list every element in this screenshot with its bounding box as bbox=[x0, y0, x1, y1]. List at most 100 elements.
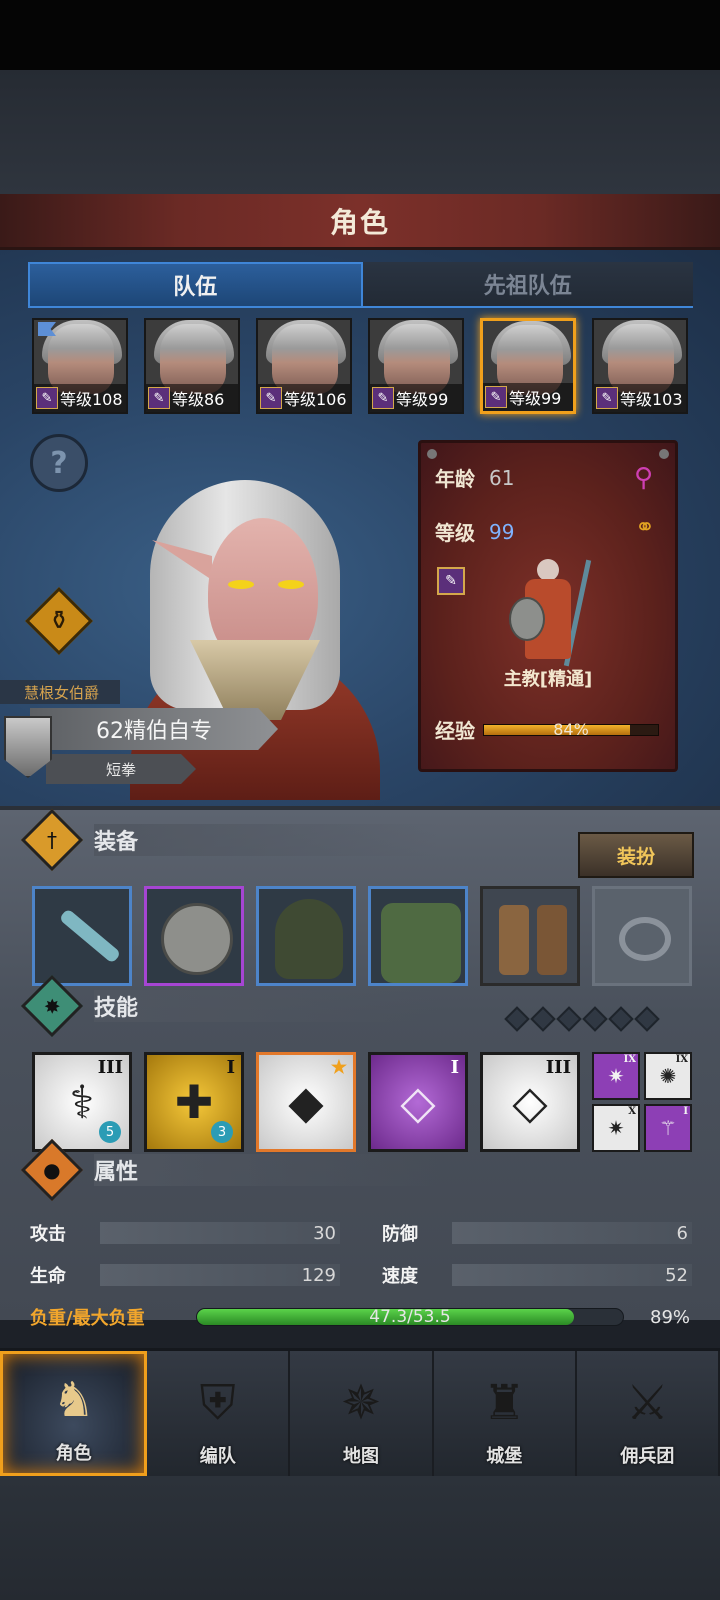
hero-card-selected[interactable]: ✎ 等级99 bbox=[480, 318, 576, 414]
tab-ancestor-team[interactable]: 先祖队伍 bbox=[362, 262, 693, 308]
hero-card[interactable]: ✎ 等级86 bbox=[144, 318, 240, 414]
skill-slot[interactable]: ◇ III bbox=[480, 1052, 580, 1152]
passive-skills: ✷ IX ✺ IX ✷ X ⚚ I bbox=[592, 1052, 692, 1152]
person-icon: ● bbox=[20, 1138, 84, 1202]
bishop-class-icon: ✎ bbox=[485, 386, 507, 408]
equipment-slot-shield[interactable] bbox=[144, 886, 244, 986]
ring-icon: ⚭ bbox=[634, 513, 655, 541]
speed-stat: 速度 52 bbox=[382, 1262, 692, 1288]
boots-icon bbox=[537, 905, 567, 975]
exp-row: 经验 84% bbox=[435, 715, 659, 744]
crystal-hand-icon: ◇ bbox=[512, 1075, 548, 1129]
hp-value: 129 bbox=[100, 1264, 340, 1286]
bottom-nav: ♞ 角色 ⛨ 编队 ✵ 地图 ♜ 城堡 ⚔ 佣兵团 bbox=[0, 1348, 720, 1476]
skill-rank: IX bbox=[623, 1054, 636, 1065]
nav-character[interactable]: ♞ 角色 bbox=[0, 1351, 148, 1476]
character-info-card: 年龄 61 ⚲ 等级 99 ⚭ ✎ 主教[精通] 经验 84% bbox=[418, 440, 678, 772]
hero-card[interactable]: ✎ 等级103 bbox=[592, 318, 688, 414]
hero-card[interactable]: ✎ 等级106 bbox=[256, 318, 352, 414]
female-icon: ⚲ bbox=[633, 463, 653, 493]
skills-title: 技能 bbox=[94, 990, 439, 1022]
level-label: 等级 bbox=[435, 521, 475, 545]
portrait-eye-right bbox=[278, 580, 304, 589]
status-bar bbox=[0, 0, 720, 70]
bishop-class-icon: ✎ bbox=[36, 387, 58, 409]
hero-level-bar: ✎ 等级99 bbox=[370, 384, 462, 412]
empty-slot-icon bbox=[530, 1006, 556, 1032]
spear-strike-icon: ⚕ bbox=[69, 1075, 95, 1129]
skill-slot[interactable]: ◇ I bbox=[368, 1052, 468, 1152]
defense-label: 防御 bbox=[382, 1224, 418, 1245]
dress-up-button[interactable]: 装扮 bbox=[578, 832, 694, 878]
crystal-prayer-icon: ◆ bbox=[288, 1075, 324, 1129]
defense-stat: 防御 6 bbox=[382, 1220, 692, 1246]
hero-level-bar: ✎ 等级108 bbox=[34, 384, 126, 412]
help-button[interactable]: ? bbox=[30, 434, 88, 492]
empty-slot-icon bbox=[504, 1006, 530, 1032]
equipment-title: 装备 bbox=[94, 824, 439, 856]
boots-icon bbox=[499, 905, 529, 975]
hero-level: 等级86 bbox=[172, 390, 225, 409]
equipment-slot-ring[interactable] bbox=[592, 886, 692, 986]
potion-icon: ⚱ bbox=[48, 606, 70, 636]
ring-icon bbox=[619, 917, 671, 961]
passive-skill[interactable]: ✷ X bbox=[592, 1104, 640, 1152]
nav-mercenary[interactable]: ⚔ 佣兵团 bbox=[577, 1351, 720, 1476]
figure-shield bbox=[509, 597, 545, 641]
age-row: 年龄 61 bbox=[435, 463, 514, 492]
team-tabs: 队伍 先祖队伍 bbox=[28, 262, 693, 308]
potion-button[interactable]: ⚱ bbox=[25, 587, 93, 655]
hero-roster: ✎ 等级108 ✎ 等级86 ✎ 等级106 ✎ 等级99 ✎ 等级99 ✎ 等… bbox=[32, 318, 692, 418]
exp-label: 经验 bbox=[435, 719, 475, 743]
character-name[interactable]: 62精伯自专 bbox=[30, 708, 278, 750]
hero-card[interactable]: ✎ 等级99 bbox=[368, 318, 464, 414]
hero-card[interactable]: ✎ 等级108 bbox=[32, 318, 128, 414]
passive-skill[interactable]: ⚚ I bbox=[644, 1104, 692, 1152]
knight-icon: ♞ bbox=[52, 1372, 96, 1428]
load-row: 负重/最大负重 47.3/53.5 89% bbox=[30, 1304, 696, 1330]
class-name: 主教[精通] bbox=[503, 669, 593, 690]
nav-castle[interactable]: ♜ 城堡 bbox=[434, 1351, 577, 1476]
nav-label: 地图 bbox=[343, 1446, 379, 1467]
nav-map[interactable]: ✵ 地图 bbox=[290, 1351, 434, 1476]
attributes-header: ● 属性 bbox=[20, 1138, 439, 1202]
star-burst-icon: ✸ bbox=[20, 974, 84, 1038]
attack-value: 30 bbox=[100, 1222, 340, 1244]
speed-value: 52 bbox=[452, 1264, 692, 1286]
level-value: 99 bbox=[489, 519, 515, 544]
shield-icon bbox=[161, 903, 233, 975]
passive-skill[interactable]: ✷ IX bbox=[592, 1052, 640, 1100]
equipment-slot-feet[interactable] bbox=[480, 886, 580, 986]
skill-slot[interactable]: ✚ I 3 bbox=[144, 1052, 244, 1152]
skill-slot[interactable]: ◆ ★ bbox=[256, 1052, 356, 1152]
level-row: 等级 99 bbox=[435, 517, 514, 546]
empty-slot-icon bbox=[634, 1006, 660, 1032]
load-bar: 47.3/53.5 bbox=[196, 1307, 624, 1327]
tab-team[interactable]: 队伍 bbox=[28, 262, 363, 308]
card-pin bbox=[427, 449, 437, 459]
passive-skill[interactable]: ✺ IX bbox=[644, 1052, 692, 1100]
empty-slot-icon bbox=[608, 1006, 634, 1032]
exp-bar: 84% bbox=[483, 720, 659, 739]
equipment-slot-weapon[interactable] bbox=[32, 886, 132, 986]
attributes-title: 属性 bbox=[94, 1154, 439, 1186]
castle-icon: ♜ bbox=[482, 1375, 526, 1431]
load-label: 负重/最大负重 bbox=[30, 1308, 145, 1329]
compass-map-icon: ✵ bbox=[340, 1375, 382, 1431]
skill-gem-count: 3 bbox=[211, 1121, 233, 1143]
equipment-slot-head[interactable] bbox=[256, 886, 356, 986]
portrait-eye-left bbox=[228, 580, 254, 589]
hero-level-bar: ✎ 等级106 bbox=[258, 384, 350, 412]
attack-stat: 攻击 30 bbox=[30, 1220, 340, 1246]
defense-value: 6 bbox=[452, 1222, 692, 1244]
skill-slot[interactable]: ⚕ III 5 bbox=[32, 1052, 132, 1152]
empty-slot-icon bbox=[582, 1006, 608, 1032]
wand-icon: ⚚ bbox=[659, 1116, 677, 1140]
hero-level: 等级99 bbox=[509, 389, 562, 408]
dagger-icon: † bbox=[20, 808, 84, 872]
nav-formation[interactable]: ⛨ 编队 bbox=[147, 1351, 291, 1476]
crystal-hand-icon: ◇ bbox=[400, 1075, 436, 1129]
header: 角色 bbox=[0, 194, 720, 250]
skills-header: ✸ 技能 bbox=[20, 974, 439, 1038]
equipment-slot-body[interactable] bbox=[368, 886, 468, 986]
